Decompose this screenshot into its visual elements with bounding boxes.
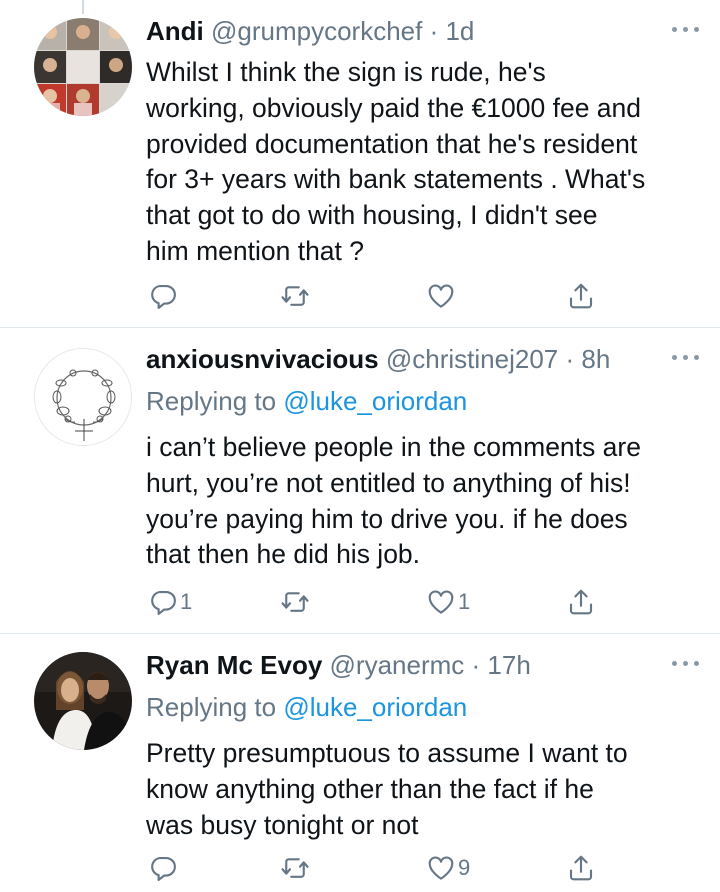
retweet-button[interactable] xyxy=(280,850,312,886)
like-button[interactable]: 1 xyxy=(426,584,470,620)
user-handle[interactable]: @ryanermc xyxy=(330,650,465,680)
share-icon xyxy=(569,855,593,881)
reply-button[interactable] xyxy=(148,850,180,886)
display-name[interactable]: anxiousnvivacious xyxy=(146,344,379,374)
replying-to: Replying to @luke_oriordan xyxy=(146,690,690,724)
heart-icon xyxy=(428,284,454,308)
retweet-icon xyxy=(281,592,309,612)
tweet-text: Pretty presumptuous to assume I want to … xyxy=(146,736,690,843)
tweet-text-line: hurt, you’re not entitled to anything of… xyxy=(146,467,631,498)
tweet[interactable]: Ryan Mc Evoy @ryanermc · 17h Replying to… xyxy=(0,634,720,892)
retweet-button[interactable] xyxy=(280,584,312,620)
tweet-actions xyxy=(146,278,606,314)
replying-to-label: Replying to xyxy=(146,692,277,722)
reply-button[interactable] xyxy=(148,278,180,314)
heart-icon xyxy=(428,590,454,614)
floral-wreath-drawing xyxy=(35,349,131,445)
tweet[interactable]: anxiousnvivacious @christinej207 · 8h Re… xyxy=(0,328,720,633)
tweet-text-line: provided documentation that he's residen… xyxy=(146,128,638,159)
timestamp[interactable]: · 1d xyxy=(430,16,475,46)
like-button[interactable]: 9 xyxy=(426,850,470,886)
tweet-content: Ryan Mc Evoy @ryanermc · 17h Replying to… xyxy=(146,648,699,843)
reply-mention-link[interactable]: @luke_oriordan xyxy=(283,692,467,722)
tweet-text-line: him mention that ? xyxy=(146,235,365,266)
timestamp[interactable]: · 8h xyxy=(566,344,611,374)
reply-mention-link[interactable]: @luke_oriordan xyxy=(283,386,467,416)
tweet-actions: 1 1 xyxy=(146,584,606,620)
user-handle[interactable]: @christinej207 xyxy=(386,344,558,374)
like-button[interactable] xyxy=(426,278,458,314)
tweet-text: i can’t believe people in the comments a… xyxy=(146,430,690,573)
share-button[interactable] xyxy=(566,850,596,886)
retweet-icon xyxy=(281,286,309,306)
tweet-content: Andi @grumpycorkchef · 1d Whilst I think… xyxy=(146,14,699,270)
tweet[interactable]: Andi @grumpycorkchef · 1d Whilst I think… xyxy=(0,0,720,327)
reply-icon xyxy=(151,856,176,881)
more-options-icon[interactable] xyxy=(672,24,702,34)
replying-to: Replying to @luke_oriordan xyxy=(146,384,690,418)
heart-icon xyxy=(428,856,454,880)
more-options-icon[interactable] xyxy=(672,658,702,668)
tweet-actions: 9 xyxy=(146,850,606,886)
tweet-text-line: that then he did his job. xyxy=(146,539,421,570)
tweet-header: anxiousnvivacious @christinej207 · 8h xyxy=(146,342,699,380)
tweet-text-line: working, obviously paid the €1000 fee an… xyxy=(146,92,642,123)
display-name[interactable]: Andi xyxy=(146,16,204,46)
tweet-text-line: that got to do with housing, I didn't se… xyxy=(146,200,598,231)
avatar[interactable] xyxy=(34,18,132,116)
retweet-button[interactable] xyxy=(280,278,312,314)
like-count: 9 xyxy=(458,855,471,880)
replying-to-label: Replying to xyxy=(146,386,277,416)
tweet-text-line: i can’t believe people in the comments a… xyxy=(146,432,641,462)
share-button[interactable] xyxy=(566,278,596,314)
avatar[interactable] xyxy=(34,652,132,750)
like-count: 1 xyxy=(458,589,471,614)
tweet-text-line: Pretty presumptuous to assume I want to xyxy=(146,738,628,768)
user-handle[interactable]: @grumpycorkchef xyxy=(211,16,422,46)
tweet-text-line: you’re paying him to drive you. if he do… xyxy=(146,503,628,534)
more-options-icon[interactable] xyxy=(672,352,702,362)
reply-button[interactable]: 1 xyxy=(148,584,192,620)
reply-icon xyxy=(151,590,176,615)
tweet-header: Ryan Mc Evoy @ryanermc · 17h xyxy=(146,648,699,686)
avatar-photo-collage xyxy=(34,18,132,116)
tweet-text-line: was busy tonight or not xyxy=(146,809,419,840)
display-name[interactable]: Ryan Mc Evoy xyxy=(146,650,322,680)
tweet-text-line: Whilst I think the sign is rude, he's xyxy=(146,57,546,87)
tweet-text-line: for 3+ years with bank statements . What… xyxy=(146,164,646,195)
tweet-content: anxiousnvivacious @christinej207 · 8h Re… xyxy=(146,342,699,573)
tweet-text: Whilst I think the sign is rude, he's wo… xyxy=(146,55,690,270)
share-icon xyxy=(569,589,593,615)
avatar[interactable] xyxy=(34,348,132,446)
share-icon xyxy=(569,283,593,309)
share-button[interactable] xyxy=(566,584,596,620)
tweet-text-line: know anything other than the fact if he xyxy=(146,773,594,804)
tweet-header: Andi @grumpycorkchef · 1d xyxy=(146,14,699,52)
avatar-couple-photo xyxy=(34,652,132,750)
reply-icon xyxy=(151,284,176,309)
retweet-icon xyxy=(281,858,309,878)
reply-count: 1 xyxy=(180,589,193,614)
timestamp[interactable]: · 17h xyxy=(472,650,531,680)
